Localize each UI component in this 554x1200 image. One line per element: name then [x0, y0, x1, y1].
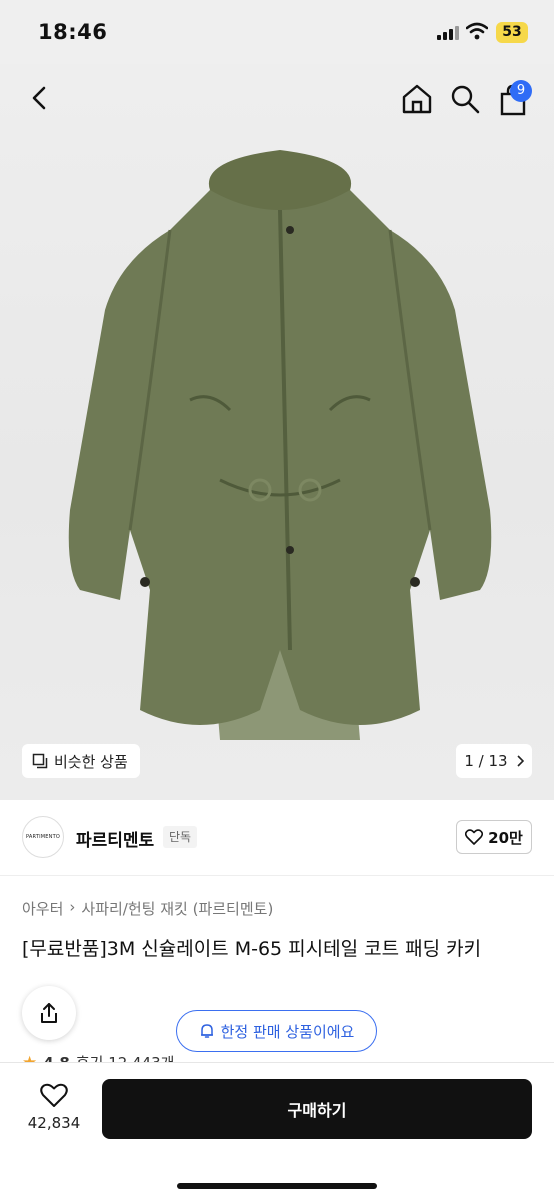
bell-icon — [200, 1024, 213, 1038]
similar-products-button[interactable]: 비슷한 상품 — [22, 744, 140, 778]
top-nav-bar — [0, 64, 554, 136]
image-page-counter[interactable]: 1 / 13 — [456, 744, 532, 778]
breadcrumb: 아우터 › 사파리/헌팅 재킷 (파르티멘토) — [22, 898, 273, 919]
brand-like-count: 20만 — [488, 828, 523, 847]
wifi-icon — [466, 22, 488, 40]
home-indicator — [177, 1183, 377, 1189]
brand-name[interactable]: 파르티멘토 — [76, 826, 154, 851]
brand-like-button[interactable]: 20만 — [456, 820, 532, 854]
product-like-count: 42,834 — [27, 1114, 81, 1132]
product-title: [무료반품]3M 신슐레이트 M-65 피시테일 코트 패딩 카키 — [22, 938, 482, 960]
cart-count-badge: 9 — [510, 80, 532, 102]
breadcrumb-category[interactable]: 아우터 — [22, 898, 63, 919]
similar-products-label: 비슷한 상품 — [54, 752, 128, 771]
brand-logo[interactable]: PARTIMENTO — [22, 816, 64, 858]
search-icon[interactable] — [448, 82, 482, 116]
page-counter-text: 1 / 13 — [464, 752, 508, 770]
signal-icon — [437, 26, 459, 40]
share-button[interactable] — [22, 986, 76, 1040]
copy-icon — [32, 753, 48, 769]
battery-icon: 53 — [496, 22, 528, 43]
status-time: 18:46 — [38, 20, 108, 44]
buy-button[interactable]: 구매하기 — [102, 1079, 532, 1139]
breadcrumb-subcategory[interactable]: 사파리/헌팅 재킷 (파르티멘토) — [81, 898, 273, 919]
exclusive-tag: 단독 — [163, 826, 198, 848]
product-like-button[interactable]: 42,834 — [22, 1083, 86, 1132]
limited-sale-label: 한정 판매 상품이에요 — [220, 1022, 355, 1041]
bottom-action-bar: 42,834 구매하기 — [0, 1062, 554, 1200]
share-icon — [41, 1003, 57, 1023]
limited-sale-notice[interactable]: 한정 판매 상품이에요 — [176, 1010, 377, 1052]
brand-row[interactable]: PARTIMENTO 파르티멘토 단독 20만 — [0, 800, 554, 876]
product-image[interactable] — [60, 150, 500, 750]
heart-icon — [40, 1083, 68, 1107]
status-bar: 18:46 53 — [0, 0, 554, 64]
back-button[interactable] — [22, 80, 58, 116]
breadcrumb-separator-icon: › — [69, 898, 76, 916]
heart-icon — [465, 829, 484, 845]
home-icon[interactable] — [400, 82, 434, 116]
chevron-right-icon — [517, 755, 524, 767]
